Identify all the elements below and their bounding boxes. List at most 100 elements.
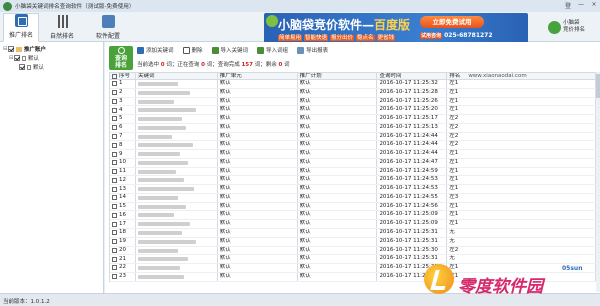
row-checkbox[interactable]: [112, 177, 117, 183]
row-checkbox[interactable]: [112, 160, 117, 166]
table-row[interactable]: 7 默认 默认 2016-10-17 11:24:44 左2: [110, 132, 596, 142]
table-row[interactable]: 3 默认 默认 2016-10-17 11:25:26 左1: [110, 97, 596, 107]
tree-checkbox[interactable]: [19, 64, 25, 70]
tree-checkbox[interactable]: [14, 55, 20, 61]
row-checkbox[interactable]: [112, 247, 117, 253]
brand-line: 小脑袋: [563, 20, 580, 26]
scrollbar-thumb[interactable]: [596, 74, 600, 98]
row-checkbox[interactable]: [112, 90, 117, 96]
cell-time: 2016-10-17 11:25:32: [377, 80, 448, 88]
banner-feature: 稳点名: [356, 35, 375, 41]
table-row[interactable]: 11 默认 默认 2016-10-17 11:24:59 左1: [110, 167, 596, 177]
row-checkbox[interactable]: [112, 98, 117, 104]
row-checkbox[interactable]: [112, 239, 117, 245]
row-checkbox[interactable]: [112, 195, 117, 201]
table-row[interactable]: 14 默认 默认 2016-10-17 11:24:55 左3: [110, 193, 596, 203]
row-checkbox[interactable]: [112, 230, 117, 236]
row-checkbox[interactable]: [112, 133, 117, 139]
col-header-time[interactable]: 查询时间: [377, 73, 448, 79]
col-header-no[interactable]: 序号: [110, 73, 136, 79]
cell-no: 8: [110, 141, 136, 150]
cell-keyword: [136, 141, 218, 150]
row-checkbox[interactable]: [112, 265, 117, 271]
row-checkbox[interactable]: [112, 256, 117, 262]
banner-features: 简单易用 智能快速 报分出价 稳点名 更省钱: [278, 33, 397, 41]
version-info: 当前版本：1.0.1.2: [3, 297, 50, 305]
row-checkbox[interactable]: [112, 116, 117, 122]
table-row[interactable]: 6 默认 默认 2016-10-17 11:25:13 左2: [110, 123, 596, 133]
tab-natural-rank[interactable]: 自然排名: [44, 13, 80, 42]
export-report-button[interactable]: 导出报表: [297, 46, 328, 54]
col-header-rank[interactable]: 排名 www.xiaonaodai.com: [447, 73, 596, 79]
row-checkbox[interactable]: [112, 221, 117, 227]
cell-plan: 默认: [298, 88, 378, 97]
table-row[interactable]: 16 默认 默认 2016-10-17 11:25:09 左1: [110, 211, 596, 221]
tab-promotion-rank[interactable]: 推广排名: [3, 13, 39, 42]
blurred-keyword: [137, 169, 176, 174]
table-row[interactable]: 2 默认 默认 2016-10-17 11:25:28 左1: [110, 88, 596, 98]
row-checkbox[interactable]: [112, 212, 117, 218]
cell-no: 4: [110, 106, 136, 115]
cell-unit: 默认: [218, 106, 298, 115]
cell-unit: 默认: [218, 80, 298, 88]
cell-keyword: [136, 272, 218, 281]
tree-node-root[interactable]: ⊟ 推广账户: [3, 45, 46, 53]
row-checkbox[interactable]: [112, 204, 117, 210]
table-row[interactable]: 8 默认 默认 2016-10-17 11:24:44 左2: [110, 141, 596, 151]
remain-count: 0: [278, 62, 283, 68]
select-all-checkbox[interactable]: [112, 73, 117, 79]
table-row[interactable]: 10 默认 默认 2016-10-17 11:24:47 左1: [110, 158, 596, 168]
delete-button[interactable]: 删除: [182, 46, 203, 54]
cell-plan: 默认: [298, 202, 378, 211]
table-row[interactable]: 12 默认 默认 2016-10-17 11:24:53 左1: [110, 176, 596, 186]
cell-no: 23: [110, 272, 136, 281]
blurred-keyword: [137, 178, 184, 183]
cell-unit: 默认: [218, 141, 298, 150]
vertical-scrollbar[interactable]: [596, 72, 600, 292]
row-checkbox[interactable]: [112, 186, 117, 192]
row-checkbox[interactable]: [112, 274, 117, 280]
cell-plan: 默认: [298, 211, 378, 220]
row-checkbox[interactable]: [112, 81, 117, 87]
add-keyword-button[interactable]: 添加关键词: [137, 46, 174, 54]
row-checkbox[interactable]: [112, 125, 117, 131]
import-keyword-button[interactable]: 导入关键词: [211, 46, 248, 54]
cell-unit: 默认: [218, 246, 298, 255]
table-row[interactable]: 19 默认 默认 2016-10-17 11:25:31 无: [110, 237, 596, 247]
col-header-keyword[interactable]: 关键词: [136, 73, 218, 79]
table-row[interactable]: 9 默认 默认 2016-10-17 11:24:44 左1: [110, 150, 596, 159]
row-checkbox[interactable]: [112, 151, 117, 157]
table-row[interactable]: 1 默认 默认 2016-10-17 11:25:32 左1: [110, 80, 596, 89]
tab-software-config[interactable]: 软件配置: [90, 13, 126, 42]
tree-node-plan[interactable]: ⊟ 默认: [9, 54, 39, 62]
action-label: 删除: [191, 48, 203, 54]
table-row[interactable]: 5 默认 默认 2016-10-17 11:25:17 左2: [110, 115, 596, 124]
query-rank-button[interactable]: 查询 排名: [109, 46, 133, 70]
col-header-unit[interactable]: 推广单元: [218, 73, 298, 79]
row-checkbox[interactable]: [112, 142, 117, 148]
status-text: 词；查询完成: [206, 62, 240, 68]
table-row[interactable]: 13 默认 默认 2016-10-17 11:24:53 左1: [110, 185, 596, 194]
cell-time: 2016-10-17 11:24:53: [377, 185, 448, 193]
table-row[interactable]: 18 默认 默认 2016-10-17 11:25:31 无: [110, 229, 596, 238]
table-row[interactable]: 20 默认 默认 2016-10-17 11:25:30 左2: [110, 246, 596, 256]
table-row[interactable]: 15 默认 默认 2016-10-17 11:24:56 左1: [110, 202, 596, 212]
tree-node-unit[interactable]: 默认: [19, 63, 44, 71]
table-row[interactable]: 17 默认 默认 2016-10-17 11:25:09 左1: [110, 220, 596, 230]
cell-keyword: [136, 115, 218, 123]
tree-checkbox[interactable]: [8, 46, 14, 52]
version-number: 1.0.1.2: [30, 299, 50, 305]
table-row[interactable]: 4 默认 默认 2016-10-17 11:25:20 左1: [110, 106, 596, 116]
cell-unit: 默认: [218, 123, 298, 132]
row-checkbox[interactable]: [112, 107, 117, 113]
row-number: 3: [119, 97, 123, 104]
cell-rank: 左2: [447, 246, 596, 255]
row-checkbox[interactable]: [112, 169, 117, 175]
import-phrase-button[interactable]: 导入词组: [257, 46, 288, 54]
import-icon: [257, 46, 265, 54]
col-header-plan[interactable]: 推广计划: [298, 73, 378, 79]
cell-time: 2016-10-17 11:24:53: [377, 176, 448, 185]
cell-keyword: [136, 123, 218, 132]
row-number: 13: [119, 185, 126, 192]
free-trial-button[interactable]: 立即免费试用: [420, 16, 484, 28]
